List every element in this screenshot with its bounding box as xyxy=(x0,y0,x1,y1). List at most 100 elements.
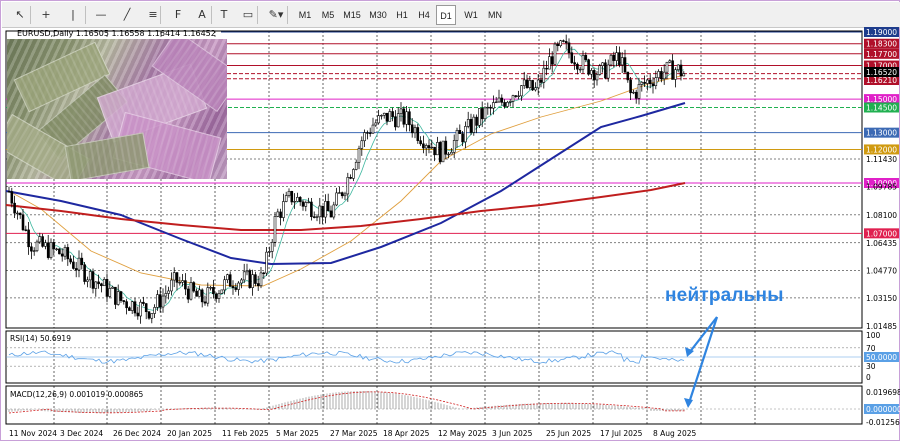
candle-body xyxy=(528,80,532,88)
candle-body xyxy=(178,281,182,284)
candle-body xyxy=(609,54,613,66)
candle-body xyxy=(550,56,554,65)
candle-body xyxy=(654,77,658,87)
candle-body xyxy=(371,124,375,134)
candle-body xyxy=(228,274,232,287)
candle-body xyxy=(226,274,229,281)
rsi-label: RSI(14) 50.6919 xyxy=(10,334,71,343)
date-axis-label: 27 Mar 2025 xyxy=(330,429,378,438)
candle-body xyxy=(74,268,78,271)
candle-body xyxy=(237,282,240,290)
candle-body xyxy=(447,153,450,156)
candle-body xyxy=(380,114,383,117)
date-axis-label: 12 May 2025 xyxy=(438,429,487,438)
candle-body xyxy=(536,79,540,89)
candle-body xyxy=(35,241,39,252)
candle-body xyxy=(310,201,313,217)
candle-body xyxy=(10,191,14,204)
candle-body xyxy=(576,63,579,70)
price-tag-text: 1.07000 xyxy=(866,229,897,238)
candle-body xyxy=(590,70,593,75)
candle-body xyxy=(394,116,397,128)
candle-body xyxy=(38,236,42,243)
candle-body xyxy=(514,95,518,97)
candle-body xyxy=(270,241,274,252)
candle-body xyxy=(595,74,599,81)
candle-body xyxy=(279,211,282,218)
price-tag-text: 1.18300 xyxy=(866,40,897,49)
candle-body xyxy=(494,101,498,104)
candle-body xyxy=(293,201,296,203)
candle-body xyxy=(419,140,422,145)
candle-body xyxy=(422,143,425,149)
money-photo xyxy=(7,39,227,179)
candle-body xyxy=(94,281,98,289)
price-axis-label: 1.09785 xyxy=(866,183,897,192)
candle-body xyxy=(217,293,221,299)
candle-body xyxy=(556,43,560,47)
candle-body xyxy=(464,126,467,143)
candle-body xyxy=(436,142,439,156)
candle-body xyxy=(100,283,103,287)
candle-body xyxy=(682,73,686,77)
candle-body xyxy=(206,287,210,304)
candle-body xyxy=(83,264,86,282)
candle-body xyxy=(273,216,277,243)
candle-body xyxy=(391,111,394,117)
date-axis-label: 3 Jun 2025 xyxy=(492,429,533,438)
candle-body xyxy=(338,192,341,194)
candle-body xyxy=(212,287,215,295)
candle-body xyxy=(44,242,47,247)
candle-body xyxy=(382,112,386,116)
candle-body xyxy=(441,140,445,163)
candle-body xyxy=(497,97,501,103)
candle-body xyxy=(489,106,492,109)
candle-body xyxy=(16,212,19,215)
date-axis-label: 3 Dec 2024 xyxy=(60,429,103,438)
candle-body xyxy=(349,177,352,179)
date-axis-label: 25 Jun 2025 xyxy=(546,429,591,438)
candle-body xyxy=(60,253,64,257)
candle-body xyxy=(623,57,627,73)
price-axis-label: 1.11430 xyxy=(866,155,897,164)
macd-label: MACD(12,26,9) 0.001019 0.000865 xyxy=(10,390,144,399)
candle-body xyxy=(643,81,646,84)
candle-body xyxy=(139,301,142,317)
candle-body xyxy=(632,91,635,94)
candle-body xyxy=(254,274,257,284)
candle-body xyxy=(335,192,338,206)
rsi-value-text: 50.0000 xyxy=(866,353,897,362)
candle-body xyxy=(329,210,333,218)
date-axis-label: 11 Feb 2025 xyxy=(222,429,269,438)
candle-body xyxy=(374,122,378,126)
candle-body xyxy=(318,205,322,218)
candle-body xyxy=(58,248,61,255)
candle-body xyxy=(522,79,526,86)
candle-body xyxy=(450,151,453,155)
candle-body xyxy=(679,64,683,77)
candle-body xyxy=(508,101,512,103)
candle-body xyxy=(433,146,436,156)
candle-body xyxy=(657,71,660,78)
candle-body xyxy=(30,246,33,252)
candle-body xyxy=(676,64,680,70)
candle-body xyxy=(581,54,585,70)
candle-body xyxy=(125,301,128,309)
candle-body xyxy=(268,251,271,253)
candle-body xyxy=(32,250,36,252)
candle-body xyxy=(385,112,389,122)
candle-body xyxy=(466,119,470,127)
candle-body xyxy=(475,116,478,126)
candle-body xyxy=(671,60,674,80)
candle-body xyxy=(223,279,226,291)
candle-body xyxy=(346,177,350,195)
candle-body xyxy=(562,40,565,42)
candle-body xyxy=(298,197,302,203)
macd-value-text: 0.000000 xyxy=(866,405,900,414)
candle-body xyxy=(332,204,336,218)
candle-body xyxy=(340,192,344,197)
candle-body xyxy=(368,132,372,134)
candle-body xyxy=(640,81,644,85)
candle-body xyxy=(24,229,28,231)
candle-body xyxy=(604,62,607,79)
